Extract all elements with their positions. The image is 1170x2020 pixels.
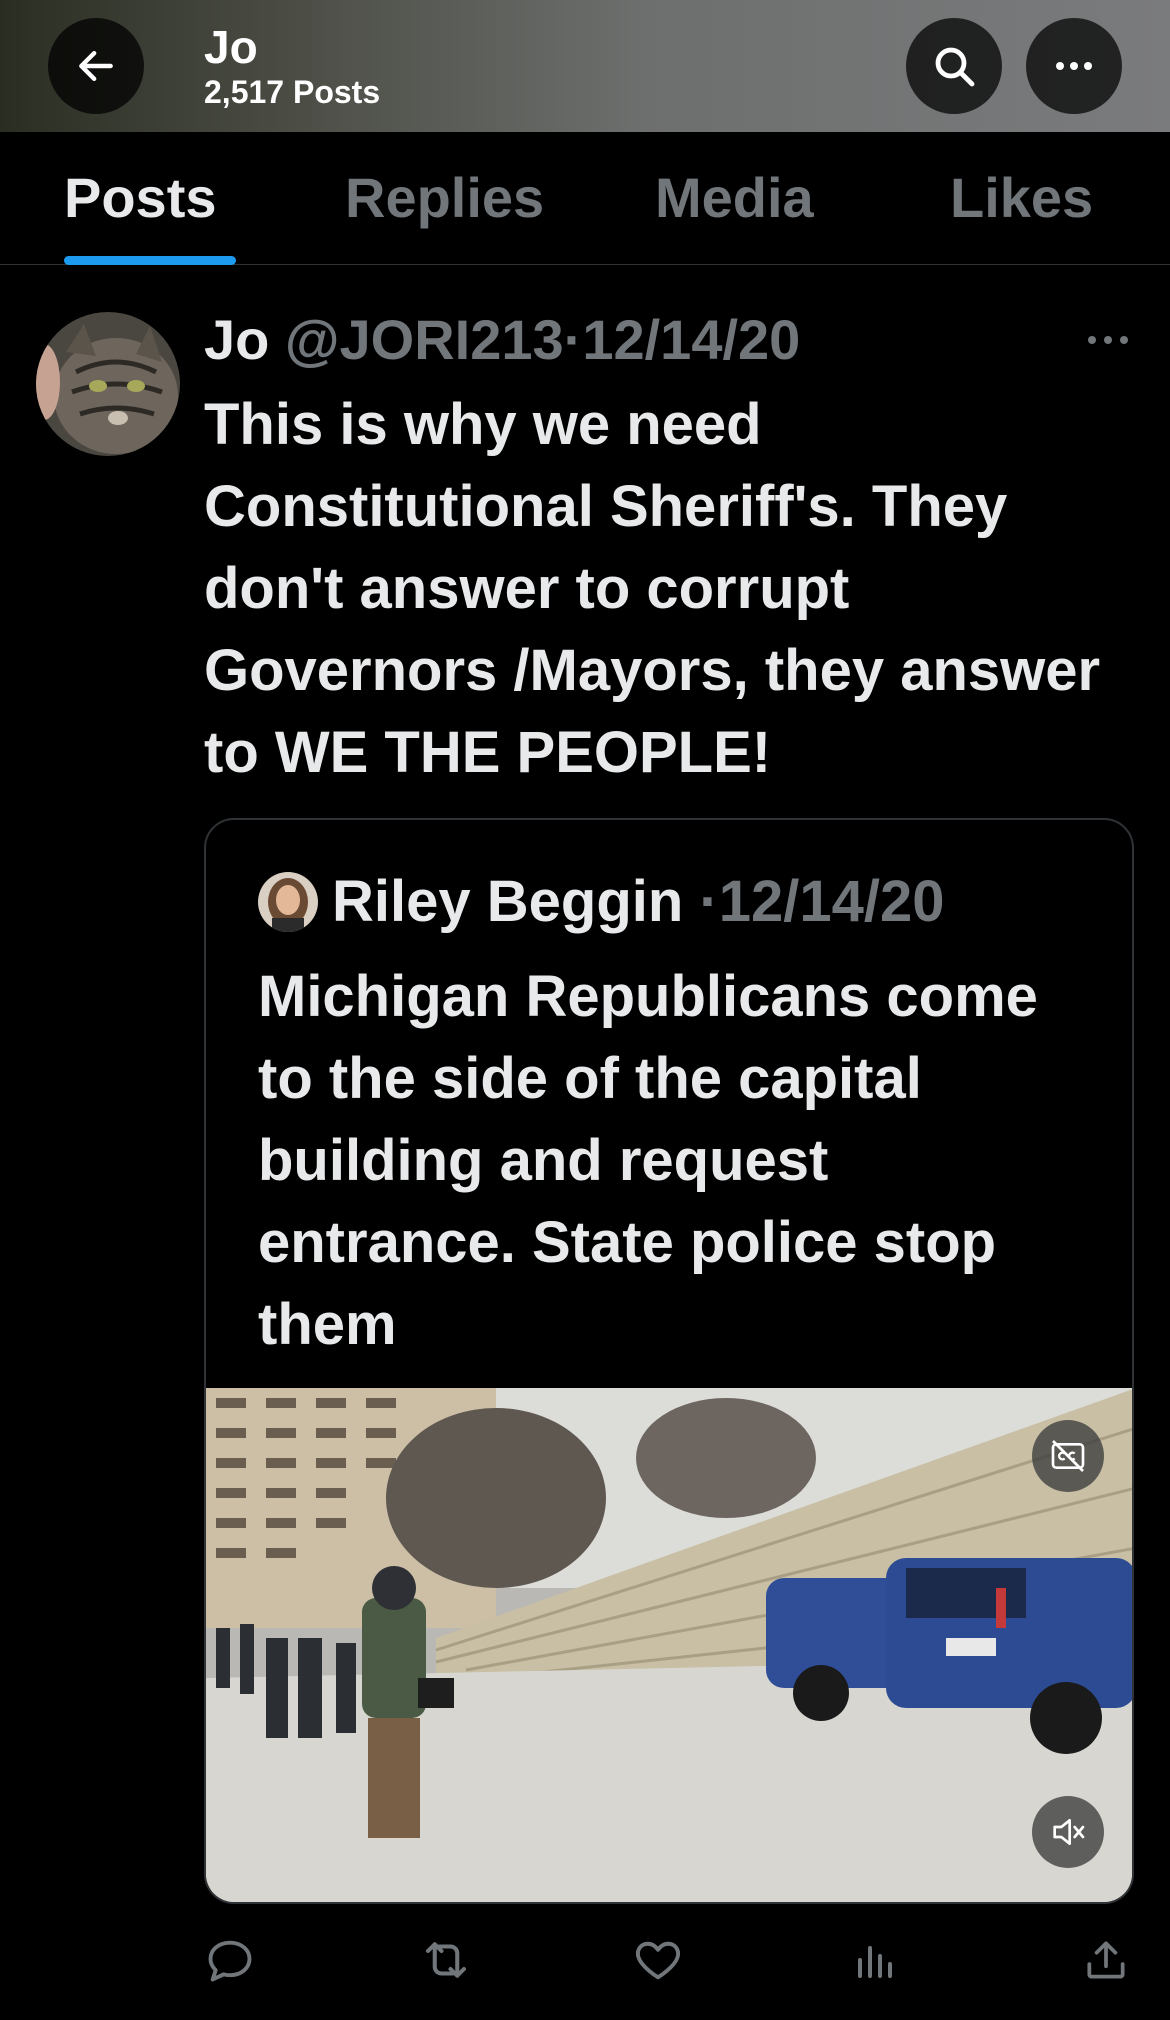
- arrow-left-icon: [79, 50, 113, 82]
- mute-button[interactable]: [1032, 1796, 1104, 1868]
- post-action-bar: [0, 1930, 1170, 2000]
- back-button[interactable]: [48, 18, 144, 114]
- separator: ·: [699, 869, 719, 934]
- post-date[interactable]: 12/14/20: [582, 308, 800, 371]
- tab-media[interactable]: Media: [655, 166, 814, 230]
- repost-button[interactable]: [416, 1930, 476, 1990]
- video-media[interactable]: [206, 1388, 1132, 1902]
- separator: ·: [563, 308, 583, 371]
- tab-posts[interactable]: Posts: [64, 166, 217, 230]
- active-tab-indicator: [64, 256, 236, 265]
- repost-icon: [425, 1942, 467, 1978]
- search-button[interactable]: [906, 18, 1002, 114]
- post-count: 2,517 Posts: [204, 74, 381, 110]
- search-icon: [935, 47, 975, 87]
- tab-replies[interactable]: Replies: [345, 166, 544, 230]
- like-button[interactable]: [628, 1930, 688, 1990]
- author-name[interactable]: Jo: [204, 308, 269, 371]
- quote-author-name[interactable]: Riley Beggin: [332, 869, 683, 934]
- captions-button[interactable]: [1032, 1420, 1104, 1492]
- quote-date: 12/14/20: [718, 869, 945, 934]
- profile-name: Jo: [204, 21, 258, 73]
- more-options-button[interactable]: [1026, 18, 1122, 114]
- like-icon: [635, 1941, 681, 1980]
- share-icon: [1087, 1941, 1125, 1979]
- more-horizontal-icon: [1056, 62, 1092, 70]
- quote-text: Michigan Republicans come to the side of…: [258, 964, 1038, 1357]
- reply-icon: [208, 1940, 252, 1982]
- more-horizontal-icon: [1088, 336, 1128, 344]
- avatar[interactable]: [36, 312, 180, 456]
- tab-likes[interactable]: Likes: [950, 166, 1093, 230]
- post-header: Jo @JORI213·12/14/20: [204, 306, 800, 374]
- quoted-post[interactable]: Riley Beggin ·12/14/20 Michigan Republic…: [204, 818, 1134, 1904]
- views-button[interactable]: [844, 1930, 904, 1990]
- profile-header: Jo 2,517 Posts: [0, 0, 1170, 132]
- author-handle[interactable]: @JORI213: [285, 308, 564, 371]
- closed-captions-icon: [1051, 1440, 1085, 1472]
- quote-avatar: [258, 872, 318, 932]
- quote-header: Riley Beggin ·12/14/20: [332, 868, 945, 936]
- reply-button[interactable]: [200, 1930, 260, 1990]
- views-icon: [858, 1946, 892, 1978]
- mute-icon: [1053, 1819, 1085, 1845]
- profile-tabs: Posts Replies Media Likes: [0, 132, 1170, 265]
- post-more-button[interactable]: [1086, 322, 1130, 358]
- share-button[interactable]: [1076, 1930, 1136, 1990]
- post-text: This is why we need Constitutional Sheri…: [204, 392, 1101, 785]
